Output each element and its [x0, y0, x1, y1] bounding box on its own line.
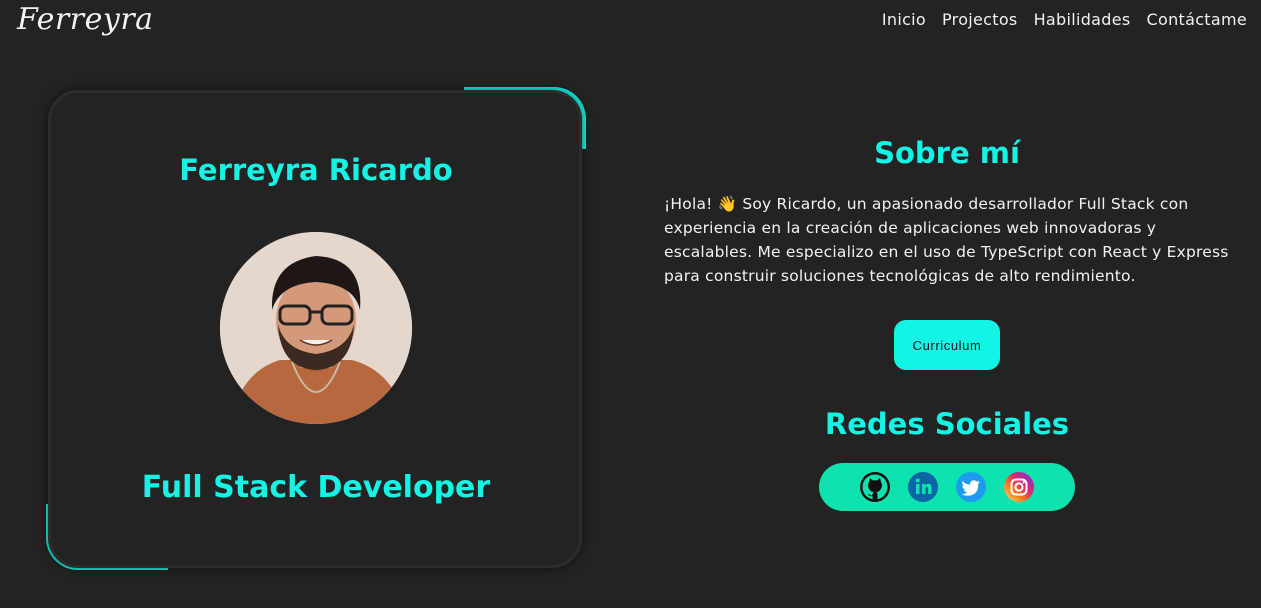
avatar-photo: [220, 232, 412, 424]
nav-link-habilidades[interactable]: Habilidades: [1034, 10, 1131, 29]
page: Ferreyra Inicio Projectos Habilidades Co…: [0, 0, 1261, 608]
nav-link-inicio[interactable]: Inicio: [882, 10, 926, 29]
social-title: Redes Sociales: [824, 407, 1070, 441]
avatar: [220, 232, 412, 424]
site-logo[interactable]: Ferreyra: [17, 2, 154, 37]
main-nav: Inicio Projectos Habilidades Contáctame: [882, 10, 1247, 29]
about-text: ¡Hola! 👋 Soy Ricardo, un apasionado desa…: [664, 195, 1229, 285]
instagram-icon[interactable]: [1003, 471, 1035, 503]
nav-link-projectos[interactable]: Projectos: [942, 10, 1018, 29]
linkedin-icon[interactable]: [907, 471, 939, 503]
curriculum-button[interactable]: Curriculum: [894, 320, 1000, 370]
social-bar: [819, 463, 1075, 511]
github-icon[interactable]: [859, 471, 891, 503]
twitter-icon[interactable]: [955, 471, 987, 503]
profile-role: Full Stack Developer: [141, 470, 491, 505]
about-title: Sobre mí: [874, 136, 1020, 170]
profile-name: Ferreyra Ricardo: [179, 153, 453, 187]
nav-link-contactame[interactable]: Contáctame: [1147, 10, 1247, 29]
